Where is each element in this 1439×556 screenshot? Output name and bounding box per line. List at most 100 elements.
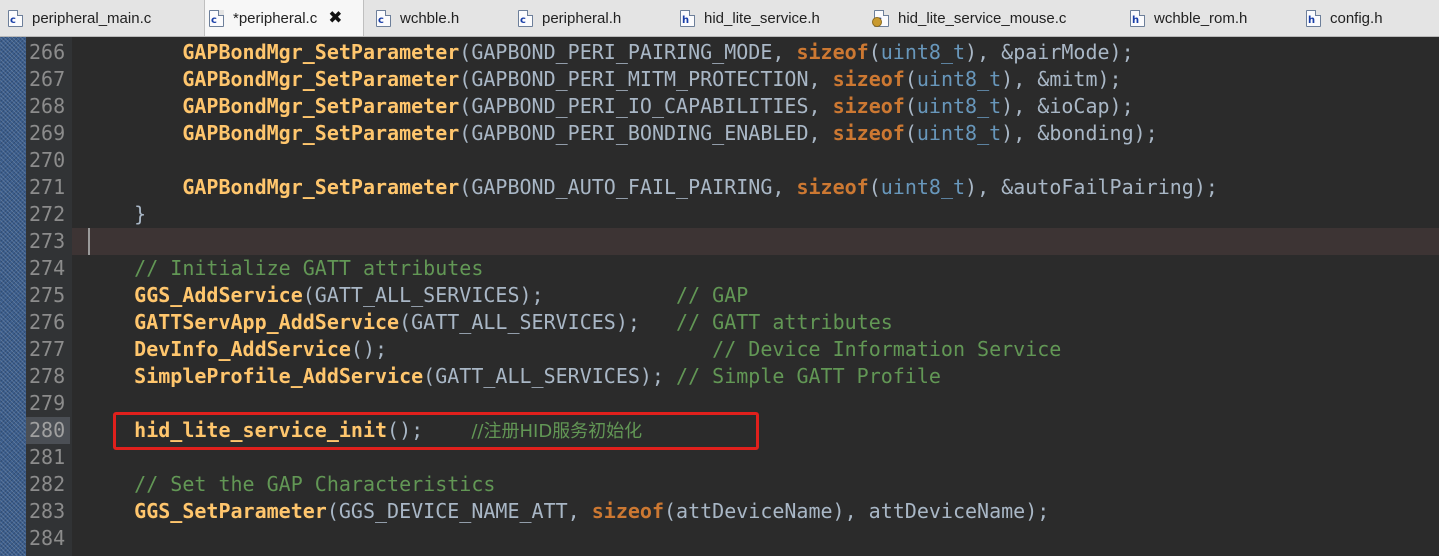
function-name: GAPBondMgr_SetParameter (182, 175, 460, 199)
tab-peripheral-c[interactable]: c *peripheral.c ✖ (204, 0, 364, 36)
line-number: 274 (29, 256, 66, 280)
code-line[interactable]: 278 SimpleProfile_AddService(GATT_ALL_SE… (29, 363, 1439, 390)
tab-wchble-h[interactable]: c wchble.h (372, 0, 506, 36)
comment: // GATT attributes (676, 310, 893, 334)
code-line[interactable]: 277 DevInfo_AddService(); // Device Info… (29, 336, 1439, 363)
code-token: ), &ioCap); (1001, 94, 1134, 118)
line-number: 269 (29, 121, 66, 145)
code-token: ), &pairMode); (965, 40, 1134, 64)
comment: // GAP (676, 283, 749, 307)
function-name: DevInfo_AddService (134, 337, 351, 361)
code-token: ( (868, 175, 881, 199)
keyword: sizeof (591, 499, 664, 523)
code-line[interactable]: 268 GAPBondMgr_SetParameter(GAPBOND_PERI… (29, 93, 1439, 120)
code-token: ( (904, 94, 917, 118)
function-name: GAPBondMgr_SetParameter (182, 67, 460, 91)
line-number: 284 (29, 526, 66, 550)
line-number: 281 (29, 445, 66, 469)
code-line[interactable]: 266 GAPBondMgr_SetParameter(GAPBOND_PERI… (29, 39, 1439, 66)
code-line[interactable]: 276 GATTServApp_AddService(GATT_ALL_SERV… (29, 309, 1439, 336)
tab-label: peripheral.h (542, 9, 622, 27)
c-file-modified-icon: c (872, 9, 889, 27)
code-token: ( (904, 121, 917, 145)
code-line[interactable]: 269 GAPBondMgr_SetParameter(GAPBOND_PERI… (29, 120, 1439, 147)
code-token: (GATT_ALL_SERVICES); (399, 310, 677, 334)
code-line[interactable]: 274 // Initialize GATT attributes (29, 255, 1439, 282)
line-number: 277 (29, 337, 66, 361)
type-name: uint8_t (916, 67, 1002, 91)
function-name: GATTServApp_AddService (134, 310, 400, 334)
code-token: (); (350, 337, 713, 361)
type-name: uint8_t (880, 175, 966, 199)
code-editor[interactable]: 266 GAPBondMgr_SetParameter(GAPBOND_PERI… (26, 37, 1439, 556)
comment: // Simple GATT Profile (676, 364, 941, 388)
code-line[interactable]: 283 GGS_SetParameter(GGS_DEVICE_NAME_ATT… (29, 498, 1439, 525)
code-line[interactable]: 284 (29, 525, 1439, 552)
comment: // Initialize GATT attributes (134, 256, 484, 280)
tab-label: *peripheral.c (233, 9, 318, 27)
code-line[interactable]: 270 (29, 147, 1439, 174)
tab-hid-lite-service-mouse-c[interactable]: c hid_lite_service_mouse.c (870, 0, 1116, 36)
tab-label: config.h (1330, 9, 1383, 27)
type-name: uint8_t (916, 94, 1002, 118)
function-name: GAPBondMgr_SetParameter (182, 40, 460, 64)
close-tab-icon[interactable]: ✖ (328, 8, 342, 28)
tab-label: wchble_rom.h (1154, 9, 1248, 27)
type-name: uint8_t (916, 121, 1002, 145)
line-number: 267 (29, 67, 66, 91)
current-line[interactable]: 273 (29, 228, 1439, 255)
code-text: } (86, 201, 146, 228)
tab-wchble-rom-h[interactable]: h wchble_rom.h (1126, 0, 1294, 36)
code-token: ), &bonding); (1001, 121, 1158, 145)
tab-label: hid_lite_service.h (704, 9, 820, 27)
code-line[interactable]: 275 GGS_AddService(GATT_ALL_SERVICES); /… (29, 282, 1439, 309)
code-text: GGS_AddService(GATT_ALL_SERVICES); // GA… (86, 282, 748, 309)
code-text: // Set the GAP Characteristics (86, 471, 495, 498)
code-line[interactable]: 267 GAPBondMgr_SetParameter(GAPBOND_PERI… (29, 66, 1439, 93)
line-number: 282 (29, 472, 66, 496)
c-file-icon: c (376, 9, 391, 27)
line-number: 276 (29, 310, 66, 334)
code-text: GATTServApp_AddService(GATT_ALL_SERVICES… (86, 309, 893, 336)
code-line[interactable]: 282 // Set the GAP Characteristics (29, 471, 1439, 498)
tab-config-h[interactable]: h config.h (1302, 0, 1432, 36)
code-token: ( (868, 40, 881, 64)
code-text: GAPBondMgr_SetParameter(GAPBOND_PERI_IO_… (86, 93, 1134, 120)
code-token: (GAPBOND_PERI_BONDING_ENABLED, (459, 121, 833, 145)
code-text: // Initialize GATT attributes (86, 255, 483, 282)
code-token: ( (904, 67, 917, 91)
tab-hid-lite-service-h[interactable]: h hid_lite_service.h (676, 0, 862, 36)
code-token: (GGS_DEVICE_NAME_ATT, (326, 499, 592, 523)
code-token: ), &autoFailPairing); (965, 175, 1218, 199)
code-line[interactable]: 272 } (29, 201, 1439, 228)
keyword: sizeof (796, 40, 869, 64)
line-number: 272 (29, 202, 66, 226)
code-token: (GATT_ALL_SERVICES); (423, 364, 677, 388)
line-number: 279 (29, 391, 66, 415)
keyword: sizeof (832, 94, 905, 118)
keyword: sizeof (832, 121, 905, 145)
line-number: 273 (29, 229, 66, 253)
code-line[interactable]: 271 GAPBondMgr_SetParameter(GAPBOND_AUTO… (29, 174, 1439, 201)
function-name: GGS_AddService (134, 283, 303, 307)
line-number: 268 (29, 94, 66, 118)
keyword: sizeof (832, 67, 905, 91)
function-name: GGS_SetParameter (134, 499, 327, 523)
type-name: uint8_t (880, 40, 966, 64)
h-file-icon: h (1130, 9, 1145, 27)
tab-peripheral-main-c[interactable]: c peripheral_main.c (4, 0, 196, 36)
code-token: ), &mitm); (1001, 67, 1122, 91)
line-number: 280 (26, 417, 70, 444)
tab-label: wchble.h (400, 9, 460, 27)
code-text: GAPBondMgr_SetParameter(GAPBOND_PERI_PAI… (86, 39, 1134, 66)
h-file-icon: h (1306, 9, 1321, 27)
line-number: 283 (29, 499, 66, 523)
code-token: (attDeviceName), attDeviceName); (663, 499, 1050, 523)
code-token: (GAPBOND_PERI_PAIRING_MODE, (459, 40, 797, 64)
tab-peripheral-h[interactable]: c peripheral.h (514, 0, 668, 36)
code-text: GAPBondMgr_SetParameter(GAPBOND_PERI_MIT… (86, 66, 1122, 93)
